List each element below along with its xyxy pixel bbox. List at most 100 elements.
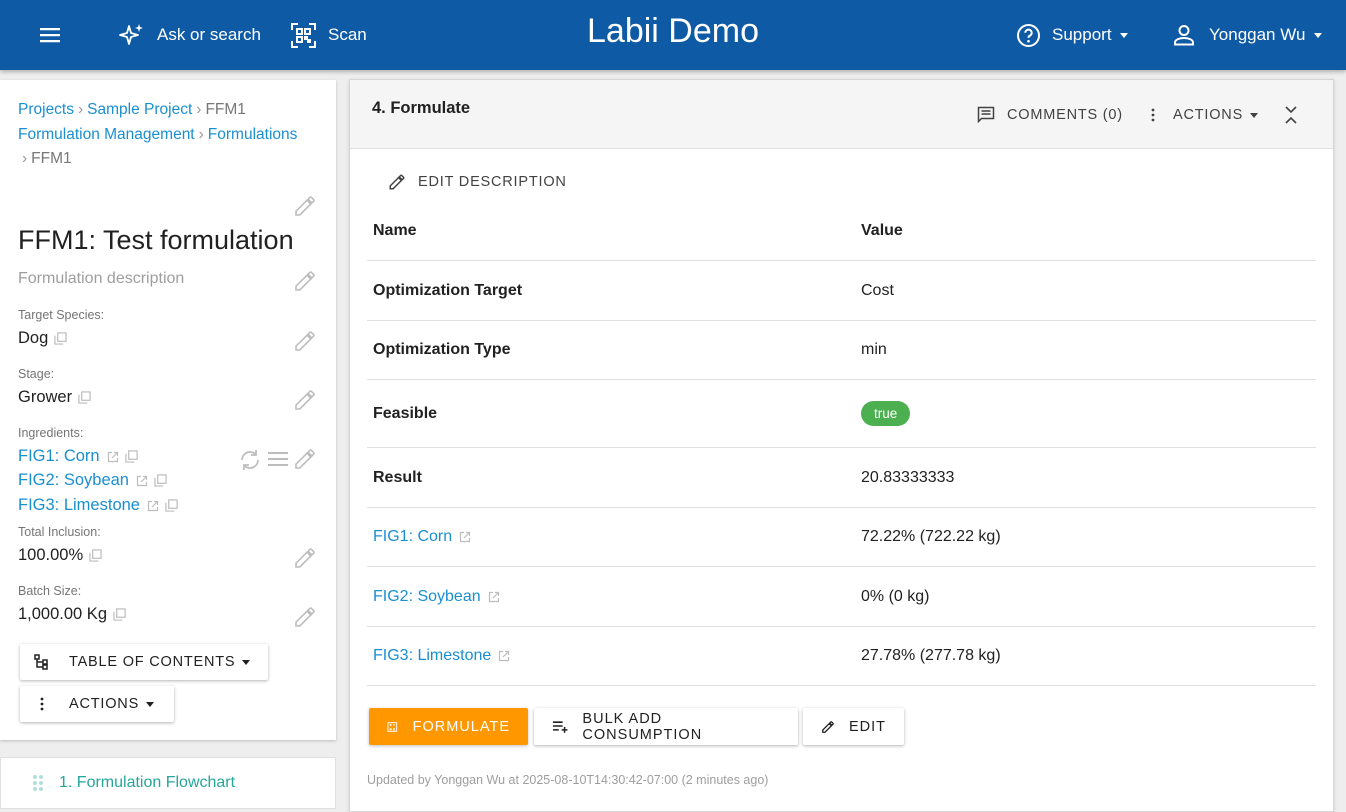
breadcrumb-ffm1: FFM1 [205, 101, 245, 118]
edit-total-inclusion-pencil-icon[interactable] [293, 546, 317, 570]
ingredient-link[interactable]: FIG3: Limestone [18, 496, 178, 515]
collapse-button[interactable] [1284, 102, 1298, 128]
table-row: FIG2: Soybean 0% (0 kg) [367, 567, 1316, 627]
row-value: min [861, 341, 887, 359]
ask-or-search-button[interactable]: Ask or search [119, 0, 261, 70]
stage-label: Stage: [18, 367, 54, 381]
breadcrumb-separator: › [195, 126, 208, 143]
column-header-value: Value [861, 222, 903, 240]
edit-title-pencil-icon[interactable] [293, 194, 317, 218]
chevron-down-icon [1120, 33, 1128, 38]
open-external-icon[interactable] [459, 531, 471, 543]
chevron-down-icon [1250, 113, 1258, 118]
breadcrumb-separator: › [74, 101, 87, 118]
stage-value: Grower [18, 388, 72, 407]
ingredient-name[interactable]: FIG1: Corn [18, 447, 100, 466]
edit-target-species-pencil-icon[interactable] [293, 329, 317, 353]
copy-icon[interactable] [113, 608, 126, 621]
breadcrumb-separator: › [192, 101, 205, 118]
app-title[interactable]: Labii Demo [587, 12, 759, 50]
pencil-icon [388, 173, 406, 191]
user-menu[interactable]: Yonggan Wu [1173, 0, 1322, 70]
batch-size-label: Batch Size: [18, 584, 81, 598]
top-app-bar: Ask or search Scan Labii Demo Support Yo… [0, 0, 1346, 70]
copy-icon[interactable] [125, 450, 138, 463]
ingredient-row-link[interactable]: FIG3: Limestone [373, 647, 510, 665]
table-row: Optimization Target Cost [367, 261, 1316, 321]
table-of-contents-button[interactable]: TABLE OF CONTENTS [20, 644, 268, 680]
formulate-label: FORMULATE [413, 719, 510, 735]
sync-icon[interactable] [238, 448, 262, 472]
total-inclusion-label: Total Inclusion: [18, 525, 101, 539]
open-external-icon[interactable] [107, 451, 119, 463]
ingredient-name[interactable]: FIG3: Limestone [18, 496, 140, 515]
breadcrumb: Projects›Sample Project›FFM1 Formulation… [18, 98, 318, 172]
formulate-table: Name Value Optimization Target Cost Opti… [367, 201, 1316, 686]
person-icon [1173, 24, 1195, 46]
row-name: Result [373, 469, 422, 487]
edit-description-label: EDIT DESCRIPTION [418, 174, 567, 190]
copy-icon[interactable] [78, 391, 91, 404]
menu-icon [38, 23, 62, 47]
menu-button[interactable] [38, 0, 62, 70]
drag-handle-icon[interactable] [31, 773, 45, 793]
edit-button[interactable]: EDIT [803, 708, 904, 745]
breadcrumb-ffm1-current: FFM1 [31, 150, 71, 167]
row-name: Feasible [373, 405, 437, 423]
open-external-icon[interactable] [136, 475, 148, 487]
edit-description-pencil-icon[interactable] [293, 269, 317, 293]
toc-item-label[interactable]: 1. Formulation Flowchart [59, 774, 235, 792]
total-inclusion-value: 100.00% [18, 546, 83, 565]
copy-icon[interactable] [89, 549, 102, 562]
ingredient-row-link[interactable]: FIG1: Corn [373, 528, 471, 546]
breadcrumb-formulation-management[interactable]: Formulation Management [18, 126, 195, 143]
edit-ingredients-pencil-icon[interactable] [293, 447, 317, 471]
open-external-icon[interactable] [147, 500, 159, 512]
comments-label: COMMENTS (0) [1007, 107, 1123, 123]
target-species-value: Dog [18, 329, 48, 348]
ingredient-link[interactable]: FIG1: Corn [18, 447, 138, 466]
record-summary-panel: Projects›Sample Project›FFM1 Formulation… [0, 80, 336, 740]
edit-description-button[interactable]: EDIT DESCRIPTION [388, 173, 567, 191]
table-row: Optimization Type min [367, 321, 1316, 380]
section-card: 4. Formulate COMMENTS (0) ACTIONS EDIT D… [349, 79, 1334, 812]
row-value: 27.78% (277.78 kg) [861, 647, 1001, 665]
row-name[interactable]: FIG1: Corn [373, 528, 452, 546]
edit-label: EDIT [849, 719, 886, 735]
section-header: 4. Formulate COMMENTS (0) ACTIONS [350, 80, 1333, 149]
edit-batch-size-pencil-icon[interactable] [293, 605, 317, 629]
ingredient-row-link[interactable]: FIG2: Soybean [373, 588, 500, 606]
formulate-button[interactable]: FORMULATE [369, 708, 528, 745]
ingredient-link[interactable]: FIG2: Soybean [18, 471, 167, 490]
qr-scan-icon [291, 23, 316, 48]
scan-label: Scan [328, 25, 367, 45]
open-external-icon[interactable] [488, 591, 500, 603]
breadcrumb-projects[interactable]: Projects [18, 101, 74, 118]
table-row: FIG3: Limestone 27.78% (277.78 kg) [367, 627, 1316, 686]
more-vert-icon [34, 696, 50, 712]
scan-button[interactable]: Scan [291, 0, 367, 70]
support-menu[interactable]: Support [1016, 0, 1128, 70]
copy-icon[interactable] [165, 499, 178, 512]
left-actions-button[interactable]: ACTIONS [20, 686, 174, 722]
row-value: 72.22% (722.22 kg) [861, 528, 1001, 546]
more-vert-icon [1147, 107, 1159, 123]
edit-stage-pencil-icon[interactable] [293, 388, 317, 412]
ingredients-label: Ingredients: [18, 426, 83, 440]
target-species-field: Dog [18, 329, 67, 348]
collapse-icon [1284, 105, 1298, 125]
list-icon[interactable] [267, 448, 289, 470]
breadcrumb-sample-project[interactable]: Sample Project [87, 101, 192, 118]
batch-size-field: 1,000.00 Kg [18, 605, 126, 624]
row-name[interactable]: FIG2: Soybean [373, 588, 481, 606]
open-external-icon[interactable] [498, 650, 510, 662]
ingredient-name[interactable]: FIG2: Soybean [18, 471, 129, 490]
row-name[interactable]: FIG3: Limestone [373, 647, 491, 665]
breadcrumb-formulations[interactable]: Formulations [208, 126, 298, 143]
copy-icon[interactable] [54, 332, 67, 345]
copy-icon[interactable] [154, 474, 167, 487]
section-actions-button[interactable]: ACTIONS [1147, 102, 1258, 128]
bulk-add-consumption-button[interactable]: BULK ADD CONSUMPTION [534, 708, 798, 745]
toc-item[interactable]: 1. Formulation Flowchart [0, 757, 336, 809]
comments-button[interactable]: COMMENTS (0) [977, 102, 1123, 128]
